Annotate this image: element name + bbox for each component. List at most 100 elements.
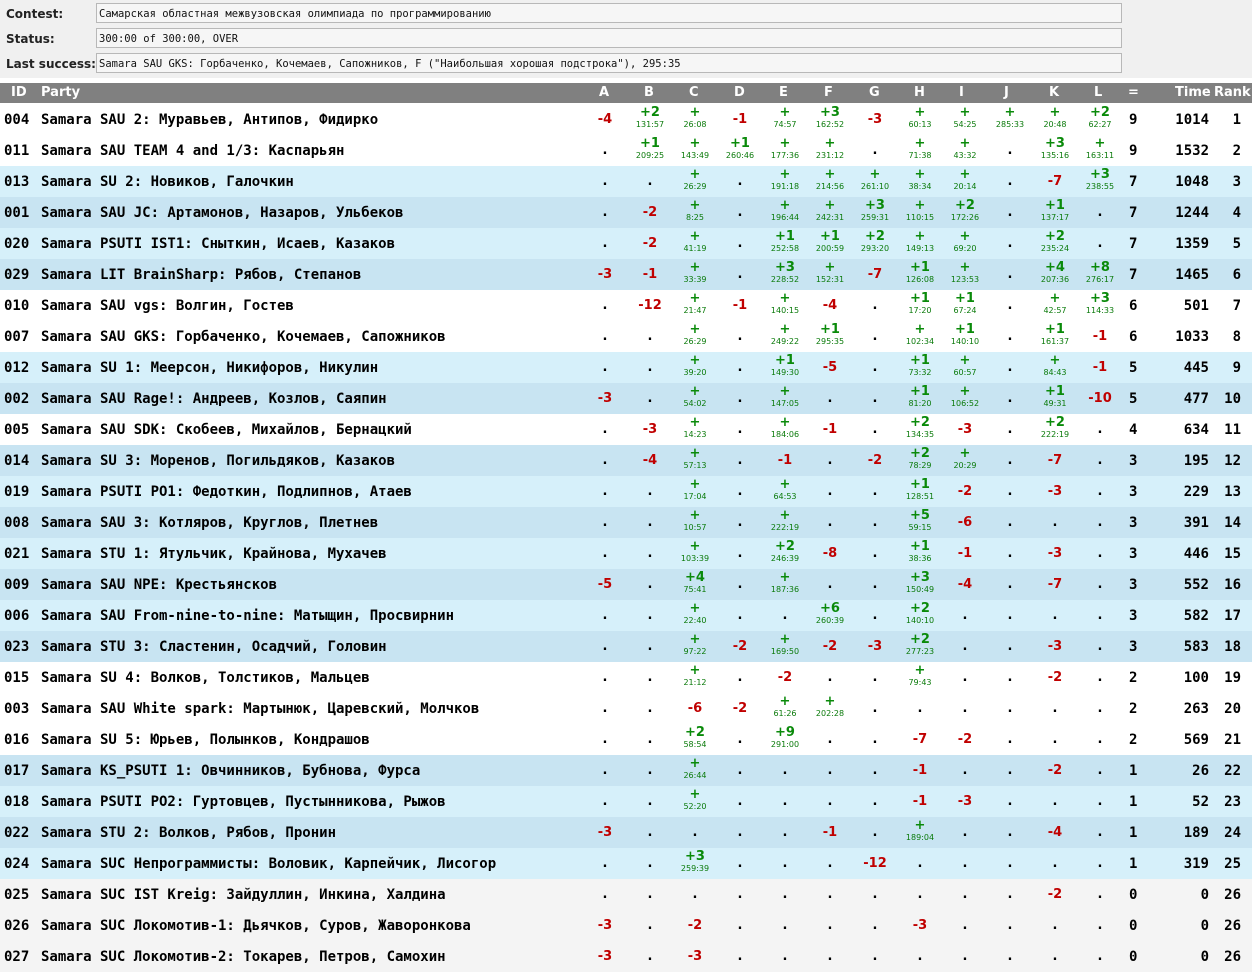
problem-cell-j: . <box>988 569 1032 600</box>
table-row[interactable]: 026 Samara SUC Локомотив-1: Дьячков, Суро… <box>0 910 1252 941</box>
team-id: 008 <box>4 515 30 531</box>
table-row[interactable]: 005 Samara SAU SDK: Скобеев, Михайлов, Бе… <box>0 414 1252 445</box>
table-row[interactable]: 007 Samara SAU GKS: Горбаченко, Кочемаев,… <box>0 321 1252 352</box>
problem-cell-a: -3 <box>583 259 627 290</box>
header-problem-l[interactable]: L <box>1094 85 1102 101</box>
problem-cell-k: . <box>1033 786 1077 817</box>
header-problem-j[interactable]: J <box>1004 85 1009 101</box>
table-row[interactable]: 016 Samara SU 5: Юрьев, Полынков, Кондраш… <box>0 724 1252 755</box>
attempt-mark: +1 <box>775 353 795 368</box>
attempt-mark: +3 <box>775 260 795 275</box>
attempt-mark: + <box>1094 136 1106 151</box>
solved-count: 1 <box>1129 794 1138 810</box>
problem-cell-l: . <box>1078 879 1122 910</box>
table-row[interactable]: 010 Samara SAU vgs: Волгин, Гостев. -12 +21… <box>0 290 1252 321</box>
attempt-mark: + <box>959 353 971 368</box>
problem-cell-i: +60:57 <box>943 352 987 383</box>
attempt-mark: . <box>872 546 878 561</box>
attempt-mark: . <box>872 763 878 778</box>
attempt-mark: . <box>827 856 833 871</box>
attempt-mark: -7 <box>912 732 928 747</box>
table-row[interactable]: 029 Samara LIT BrainSharp: Рябов, Степано… <box>0 259 1252 290</box>
attempt-mark: . <box>737 670 743 685</box>
problem-cell-f: . <box>808 507 852 538</box>
table-row[interactable]: 022 Samara STU 2: Волков, Рябов, Пронин -3… <box>0 817 1252 848</box>
table-row[interactable]: 027 Samara SUC Локомотив-2: Токарев, Петр… <box>0 941 1252 972</box>
table-row[interactable]: 025 Samara SUC IST Kreig: Зайдуллин, Инки… <box>0 879 1252 910</box>
table-row[interactable]: 003 Samara SAU White spark: Мартынюк, Цар… <box>0 693 1252 724</box>
penalty-time: 26 <box>1192 763 1209 779</box>
table-row[interactable]: 023 Samara STU 3: Сластенин, Осадчий, Гол… <box>0 631 1252 662</box>
solve-time: 67:24 <box>953 306 977 315</box>
table-row[interactable]: 020 Samara PSUTI IST1: Сныткин, Исаев, Ка… <box>0 228 1252 259</box>
solve-time: 110:15 <box>905 213 935 222</box>
table-row[interactable]: 009 Samara SAU NPE: Крестьянсков -5. +4 75:4… <box>0 569 1252 600</box>
attempt-mark: . <box>602 515 608 530</box>
table-row[interactable]: 001 Samara SAU JC: Артамонов, Назаров, Ул… <box>0 197 1252 228</box>
problem-cell-h: +189:04 <box>898 817 942 848</box>
attempt-mark: + <box>959 136 971 151</box>
table-row[interactable]: 021 Samara STU 1: Ятульчик, Крайнова, Мух… <box>0 538 1252 569</box>
header-solved[interactable]: = <box>1128 85 1139 101</box>
table-row[interactable]: 002 Samara SAU Rage!: Андреев, Козлов, Са… <box>0 383 1252 414</box>
header-problem-i[interactable]: I <box>959 85 964 101</box>
problem-cell-f: . <box>808 910 852 941</box>
header-problem-b[interactable]: B <box>644 85 654 101</box>
attempt-mark: . <box>1007 360 1013 375</box>
attempt-mark: -2 <box>867 453 883 468</box>
attempt-mark: . <box>872 887 878 902</box>
solve-time: 143:49 <box>680 151 710 160</box>
header-problem-c[interactable]: C <box>689 85 699 101</box>
problem-cell-i: +106:52 <box>943 383 987 414</box>
header-problem-f[interactable]: F <box>824 85 833 101</box>
table-row[interactable]: 019 Samara PSUTI PO1: Федоткин, Подлипнов… <box>0 476 1252 507</box>
last-success-field: Samara SAU GKS: Горбаченко, Кочемаев, Са… <box>96 53 1122 73</box>
header-problem-a[interactable]: A <box>599 85 609 101</box>
table-row[interactable]: 011 Samara SAU TEAM 4 and 1/3: Каспарьян.… <box>0 135 1252 166</box>
attempt-mark: + <box>959 229 971 244</box>
team-name: Samara STU 2: Волков, Рябов, Пронин <box>41 825 337 841</box>
attempt-mark: + <box>689 756 701 771</box>
table-row[interactable]: 015 Samara SU 4: Волков, Толстиков, Мальц… <box>0 662 1252 693</box>
table-row[interactable]: 004 Samara SAU 2: Муравьев, Антипов, Фиди… <box>0 104 1252 135</box>
attempt-mark: +1 <box>820 322 840 337</box>
solve-time: 26:29 <box>683 337 707 346</box>
table-row[interactable]: 013 Samara SU 2: Новиков, Галочкин.. +26:2… <box>0 166 1252 197</box>
contest-label: Contest: <box>6 7 64 21</box>
header-problem-g[interactable]: G <box>869 85 880 101</box>
header-problem-d[interactable]: D <box>734 85 745 101</box>
attempt-mark: + <box>689 477 701 492</box>
problem-cell-d: . <box>718 259 762 290</box>
header-problem-e[interactable]: E <box>779 85 788 101</box>
table-row[interactable]: 018 Samara PSUTI PO2: Гуртовцев, Пустынни… <box>0 786 1252 817</box>
attempt-mark: . <box>1097 639 1103 654</box>
header-problem-h[interactable]: H <box>914 85 925 101</box>
table-row[interactable]: 008 Samara SAU 3: Котляров, Круглов, Плет… <box>0 507 1252 538</box>
attempt-mark: -4 <box>597 112 613 127</box>
solve-time: 260:46 <box>725 151 755 160</box>
problem-cell-j: . <box>988 879 1032 910</box>
solve-time: 64:53 <box>773 492 797 501</box>
attempt-mark: -4 <box>957 577 973 592</box>
attempt-mark: -1 <box>957 546 973 561</box>
table-row[interactable]: 006 Samara SAU From-nine-to-nine: Матыщин… <box>0 600 1252 631</box>
table-row[interactable]: 012 Samara SU 1: Меерсон, Никифоров, Нику… <box>0 352 1252 383</box>
problem-cell-g: . <box>853 910 897 941</box>
attempt-mark: -2 <box>957 484 973 499</box>
table-row[interactable]: 017 Samara KS_PSUTI 1: Овчинников, Бубнов… <box>0 755 1252 786</box>
attempt-mark: +1 <box>910 291 930 306</box>
header-time[interactable]: Time <box>1175 85 1211 101</box>
header-id[interactable]: ID <box>11 85 27 101</box>
table-row[interactable]: 014 Samara SU 3: Моренов, Погильдяков, Ка… <box>0 445 1252 476</box>
team-id: 013 <box>4 174 30 190</box>
solve-time: 42:57 <box>1043 306 1067 315</box>
problem-cell-g: . <box>853 290 897 321</box>
attempt-mark: . <box>917 887 923 902</box>
header-problem-k[interactable]: K <box>1049 85 1059 101</box>
solve-time: 33:39 <box>683 275 707 284</box>
header-party[interactable]: Party <box>41 85 80 101</box>
header-rank[interactable]: Rank <box>1214 85 1251 101</box>
solve-time: 22:40 <box>683 616 707 625</box>
problem-cell-k: -3 <box>1033 538 1077 569</box>
table-row[interactable]: 024 Samara SUC Непрограммисты: Воловик, К… <box>0 848 1252 879</box>
